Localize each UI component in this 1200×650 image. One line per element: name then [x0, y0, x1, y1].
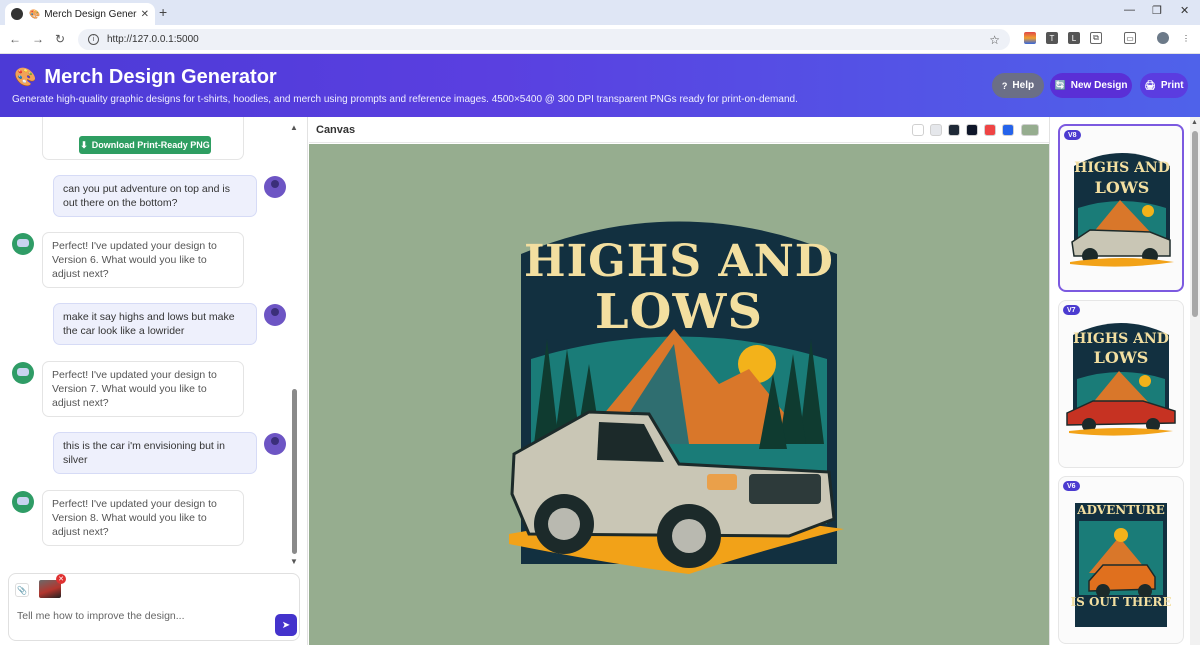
- reload-icon[interactable]: ↻: [55, 32, 65, 46]
- versions-panel: V8 HIGHS AND LOWS V7 HIGHS AND LOWS V6 A…: [1049, 117, 1200, 645]
- scroll-up-icon[interactable]: ▲: [290, 123, 298, 132]
- app-header: 🎨 Merch Design Generator Generate high-q…: [0, 54, 1200, 117]
- chrome-favicon-icon: [11, 8, 23, 20]
- version-badge: V8: [1064, 130, 1081, 140]
- extensions-puzzle-icon[interactable]: ⧉: [1090, 32, 1102, 44]
- version-card-v6[interactable]: V6 ADVENTURE IS OUT THERE: [1058, 476, 1184, 644]
- maximize-icon[interactable]: ❐: [1152, 4, 1162, 17]
- version-badge: V7: [1063, 305, 1080, 315]
- question-icon: ?: [1001, 80, 1008, 91]
- swatch-light-gray[interactable]: [930, 124, 942, 136]
- canvas-label: Canvas: [316, 124, 356, 136]
- versions-scrollbar[interactable]: ▲: [1190, 117, 1200, 645]
- browser-tab[interactable]: 🎨 Merch Design Generator - ✕: [5, 3, 155, 25]
- extension-stripes-icon[interactable]: [1024, 32, 1036, 44]
- chat-scrollbar-thumb[interactable]: [292, 389, 297, 554]
- bot-message: Perfect! I've updated your design to Ver…: [42, 490, 244, 546]
- address-bar[interactable]: i http://127.0.0.1:5000 ☆: [78, 29, 1010, 50]
- profile-avatar-icon[interactable]: [1157, 32, 1169, 44]
- forward-icon[interactable]: →: [32, 32, 44, 46]
- download-icon: ⬇: [80, 139, 88, 150]
- swatch-blue[interactable]: [1002, 124, 1014, 136]
- minimize-icon[interactable]: —: [1124, 4, 1135, 16]
- new-tab-icon[interactable]: +: [159, 4, 167, 20]
- design-title-top: HIGHS AND: [524, 236, 834, 287]
- palette-favicon-icon: 🎨: [29, 8, 41, 19]
- bot-avatar: [12, 233, 34, 255]
- design-artwork: [509, 221, 844, 574]
- swatch-red[interactable]: [984, 124, 996, 136]
- design-canvas[interactable]: HIGHS AND LOWS: [309, 144, 1049, 645]
- attach-icon[interactable]: 📎: [15, 583, 29, 597]
- printer-icon: 🖨: [1144, 80, 1156, 90]
- versions-scrollbar-thumb[interactable]: [1192, 131, 1198, 317]
- version-line1: HIGHS AND: [1074, 160, 1170, 176]
- scroll-down-icon[interactable]: ▼: [290, 557, 298, 566]
- new-design-button[interactable]: 🔄 New Design: [1050, 73, 1132, 98]
- canvas-header: Canvas: [309, 117, 1049, 143]
- user-avatar: [264, 433, 286, 455]
- design-title-bottom: LOWS: [594, 284, 764, 340]
- version-line2: IS OUT THERE: [1070, 595, 1172, 609]
- chat-input-box[interactable]: 📎 ✕ Tell me how to improve the design...…: [8, 573, 300, 641]
- swatch-navy[interactable]: [966, 124, 978, 136]
- bot-message: Perfect! I've updated your design to Ver…: [42, 361, 244, 417]
- version-line1: ADVENTURE: [1077, 503, 1165, 517]
- bot-message: Perfect! I've updated your design to Ver…: [42, 232, 244, 288]
- send-button[interactable]: ➤: [275, 614, 297, 636]
- cast-icon[interactable]: ▭: [1124, 32, 1136, 44]
- remove-attachment-icon[interactable]: ✕: [56, 574, 66, 584]
- user-avatar: [264, 176, 286, 198]
- app-title: Merch Design Generator: [44, 66, 277, 88]
- version-line2: LOWS: [1093, 348, 1149, 367]
- version-card-v8[interactable]: V8 HIGHS AND LOWS: [1058, 124, 1184, 292]
- version-line2: LOWS: [1094, 178, 1150, 197]
- user-avatar: [264, 304, 286, 326]
- print-button[interactable]: 🖨 Print: [1140, 73, 1188, 98]
- tab-title: Merch Design Generator -: [44, 8, 137, 20]
- canvas-panel: Canvas HIGHS AND LOWS: [309, 117, 1049, 645]
- extension-t-icon[interactable]: T: [1046, 32, 1058, 44]
- version-card-v7[interactable]: V7 HIGHS AND LOWS: [1058, 300, 1184, 468]
- swatch-sage-selected[interactable]: [1021, 124, 1039, 136]
- version-thumbnail: [1066, 323, 1176, 436]
- chat-panel: ⬇ Download Print-Ready PNG can you put a…: [0, 117, 308, 645]
- site-info-icon[interactable]: i: [88, 34, 99, 45]
- swatch-dark-gray[interactable]: [948, 124, 960, 136]
- browser-tab-bar: 🎨 Merch Design Generator - ✕ + — ❐ ✕: [0, 0, 1200, 25]
- extension-l-icon[interactable]: L: [1068, 32, 1080, 44]
- close-window-icon[interactable]: ✕: [1180, 4, 1189, 17]
- bookmark-star-icon[interactable]: ☆: [989, 33, 1000, 47]
- palette-icon: 🎨: [14, 67, 37, 87]
- app-title-row: 🎨 Merch Design Generator: [14, 66, 277, 89]
- browser-menu-icon[interactable]: ⋮: [1180, 32, 1192, 44]
- version-badge: V6: [1063, 481, 1080, 491]
- bot-avatar: [12, 491, 34, 513]
- previous-message-card: ⬇ Download Print-Ready PNG: [42, 117, 244, 160]
- download-png-button[interactable]: ⬇ Download Print-Ready PNG: [79, 136, 211, 154]
- user-message: this is the car i'm envisioning but in s…: [53, 432, 257, 474]
- browser-toolbar: ← → ↻ i http://127.0.0.1:5000 ☆ T L ⧉ ▭ …: [0, 25, 1200, 54]
- help-button[interactable]: ? Help: [992, 73, 1044, 98]
- app-subtitle: Generate high-quality graphic designs fo…: [12, 94, 798, 105]
- back-icon[interactable]: ←: [9, 32, 21, 46]
- chat-scrollbar[interactable]: ▲ ▼: [290, 117, 298, 567]
- version-thumbnail: [1070, 153, 1174, 267]
- version-line1: HIGHS AND: [1073, 331, 1169, 347]
- url-text: http://127.0.0.1:5000: [107, 34, 199, 45]
- user-message: make it say highs and lows but make the …: [53, 303, 257, 345]
- chat-input-placeholder[interactable]: Tell me how to improve the design...: [17, 610, 185, 622]
- swatch-white[interactable]: [912, 124, 924, 136]
- versions-scroll-up-icon[interactable]: ▲: [1191, 119, 1198, 126]
- user-message: can you put adventure on top and is out …: [53, 175, 257, 217]
- bot-avatar: [12, 362, 34, 384]
- tab-close-icon[interactable]: ✕: [141, 9, 149, 20]
- refresh-icon: 🔄: [1054, 80, 1066, 90]
- version-thumbnail: [1075, 503, 1167, 627]
